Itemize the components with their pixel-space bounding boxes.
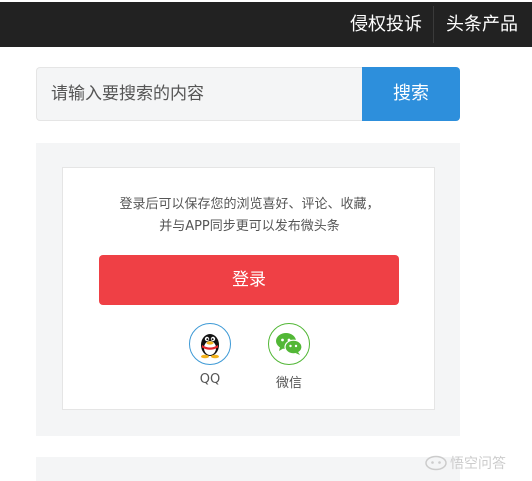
topbar-divider [433,6,434,43]
toutiao-products-link[interactable]: 头条产品 [446,2,518,47]
search-bar: 搜索 [36,67,460,121]
wechat-icon[interactable] [268,323,310,365]
login-button[interactable]: 登录 [99,255,399,305]
login-hint-line2: 并与APP同步更可以发布微头条 [159,219,340,234]
login-hint-line1: 登录后可以保存您的浏览喜好、评论、收藏， [119,197,380,212]
top-bar: 侵权投诉 头条产品 [0,2,532,47]
wechat-login-option[interactable]: 微信 [259,323,319,391]
qq-login-option[interactable]: QQ [180,323,240,387]
login-card: 登录后可以保存您的浏览喜好、评论、收藏， 并与APP同步更可以发布微头条 登录 … [62,167,435,410]
search-input[interactable] [36,67,362,121]
wechat-label: 微信 [275,376,302,391]
search-button[interactable]: 搜索 [362,67,460,121]
watermark-logo-icon [425,455,447,471]
watermark: 悟空问答 [425,452,506,474]
qq-penguin-icon[interactable] [189,323,231,365]
login-hint: 登录后可以保存您的浏览喜好、评论、收藏， 并与APP同步更可以发布微头条 [63,194,436,238]
next-panel [36,457,460,481]
qq-label: QQ [199,372,221,387]
infringement-complaint-link[interactable]: 侵权投诉 [350,2,422,47]
watermark-text: 悟空问答 [450,456,506,472]
